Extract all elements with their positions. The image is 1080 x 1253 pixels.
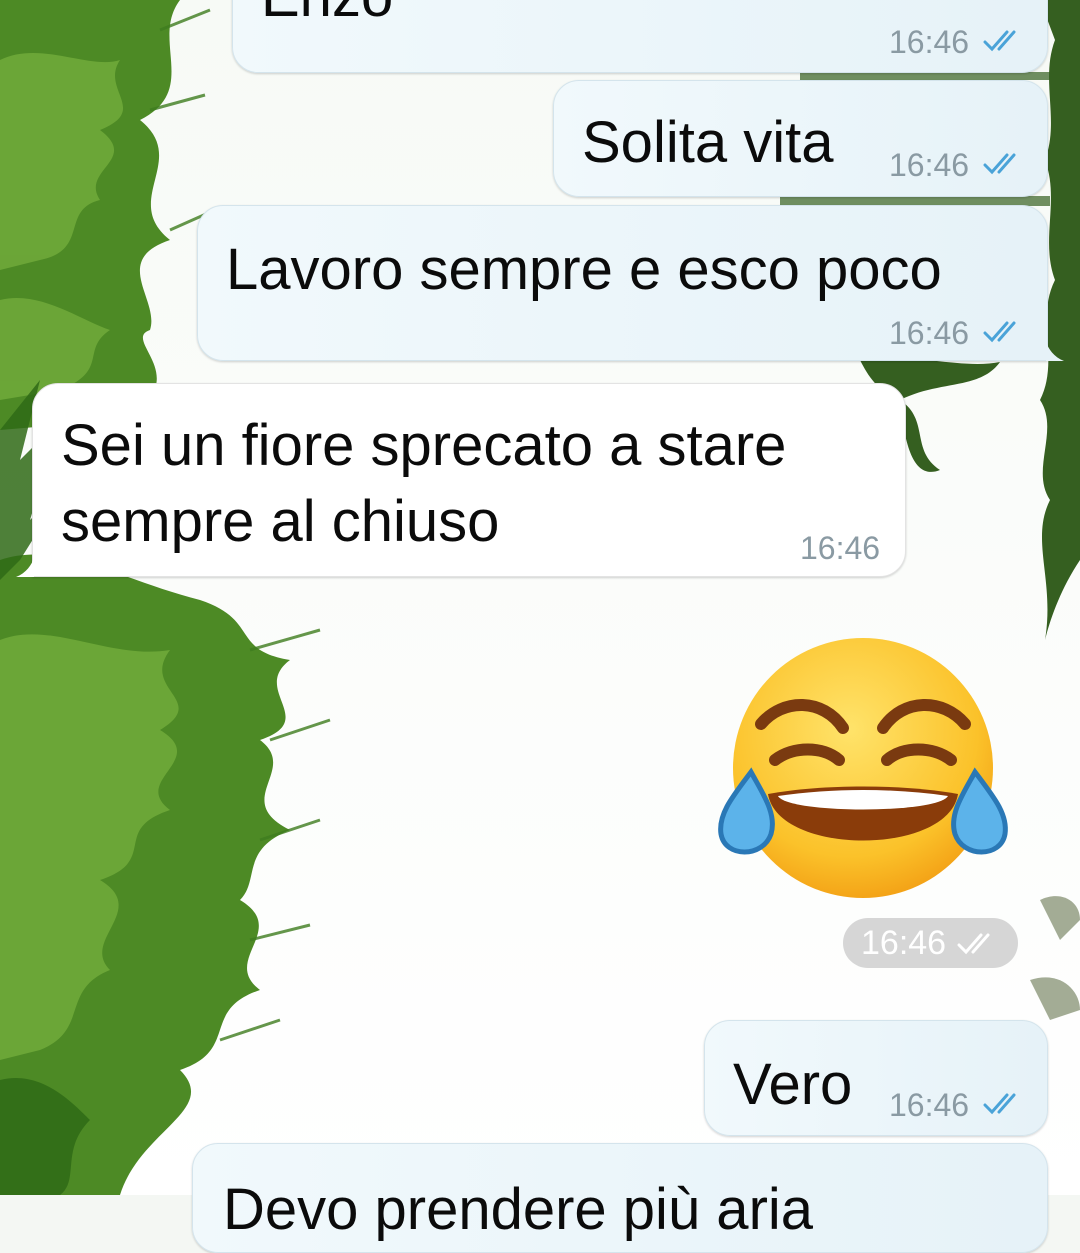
read-double-check-icon xyxy=(983,30,1016,52)
message-bubble-incoming[interactable]: Sei un fiore sprecato a stare sempre al … xyxy=(32,383,906,577)
message-time: 16:46 xyxy=(889,1087,970,1123)
message-text: Lavoro sempre e esco poco xyxy=(226,237,942,302)
emoji-time-stamp: 16:46 xyxy=(843,918,1018,968)
message-text-line: Sei un fiore sprecato a stare xyxy=(61,413,787,478)
message-time: 16:46 xyxy=(800,530,881,566)
message-time: 16:46 xyxy=(889,24,970,60)
read-double-check-icon xyxy=(957,933,990,955)
message-bubble-outgoing[interactable]: Vero 16:46 xyxy=(704,1020,1048,1136)
bubble-tail xyxy=(1046,341,1064,361)
message-bubble-outgoing[interactable]: Devo prendere più aria xyxy=(192,1143,1048,1253)
face-with-tears-of-joy-icon[interactable] xyxy=(713,636,1013,906)
message-time: 16:46 xyxy=(861,924,947,962)
read-double-check-icon xyxy=(983,153,1016,175)
read-double-check-icon xyxy=(983,321,1016,343)
message-time: 16:46 xyxy=(889,147,970,183)
read-double-check-icon xyxy=(983,1093,1016,1115)
message-text: Enzo xyxy=(261,0,393,35)
message-time: 16:46 xyxy=(889,315,970,351)
message-bubble-outgoing[interactable]: Lavoro sempre e esco poco 16:46 xyxy=(197,205,1048,361)
message-text: Devo prendere più aria xyxy=(223,1177,814,1242)
message-text: Vero xyxy=(733,1052,853,1117)
message-bubble-outgoing[interactable]: Solita vita 16:46 xyxy=(553,80,1048,197)
bubble-tail xyxy=(16,557,34,577)
message-text-line: sempre al chiuso xyxy=(61,489,500,554)
message-bubble-outgoing[interactable]: Enzo 16:46 xyxy=(232,0,1048,73)
message-text: Solita vita xyxy=(582,110,834,175)
